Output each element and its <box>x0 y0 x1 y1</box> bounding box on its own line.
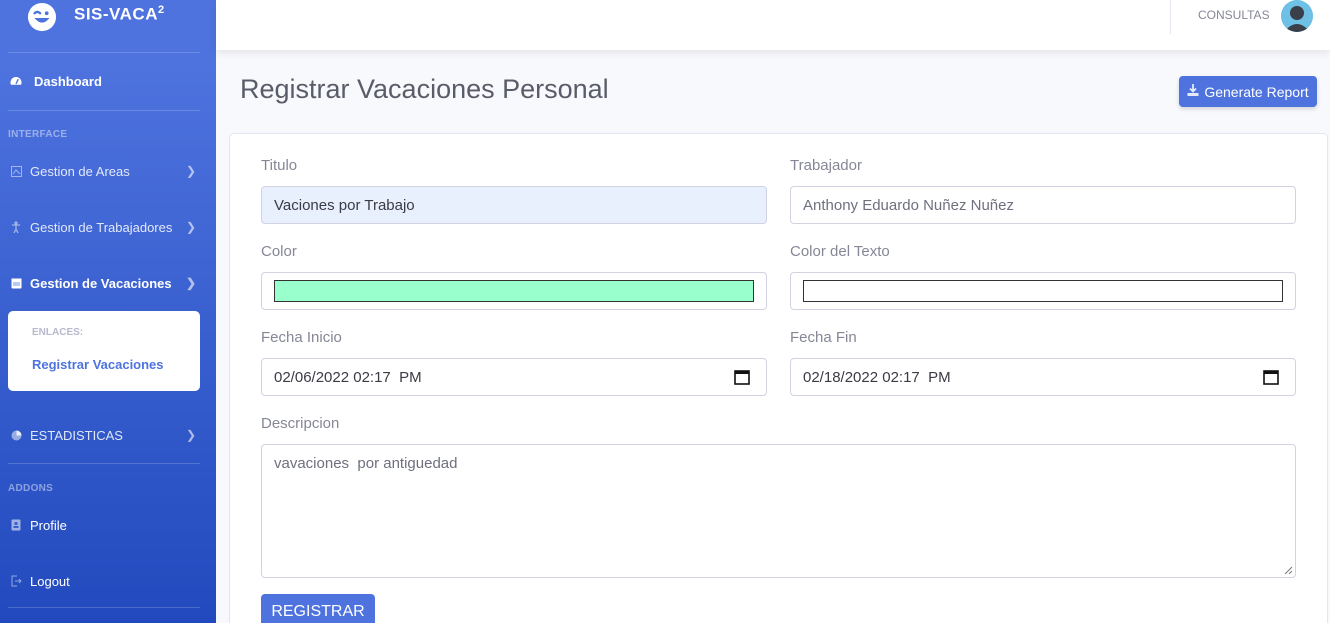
color-label: Color <box>261 243 297 260</box>
sidebar-heading-interface: INTERFACE <box>8 129 68 140</box>
fecha-fin-label: Fecha Fin <box>790 329 857 346</box>
topbar: CONSULTAS <box>216 0 1330 50</box>
chart-pie-icon <box>10 429 22 441</box>
avatar[interactable] <box>1281 0 1313 32</box>
sidebar-item-logout[interactable]: Logout <box>0 566 216 596</box>
sidebar-item-areas[interactable]: Gestion de Areas ❯ <box>0 156 216 186</box>
fecha-inicio-value: 02/06/2022 02:17 PM <box>274 368 422 386</box>
chevron-right-icon: ❯ <box>186 164 197 178</box>
chevron-right-icon: ❯ <box>186 428 197 442</box>
sidebar-item-profile[interactable]: Profile <box>0 510 216 540</box>
sidebar: SIS-VACA2 Dashboard INTERFACE Gestion de… <box>0 0 216 623</box>
titulo-value: Vaciones por Trabajo <box>274 196 415 214</box>
fecha-inicio-input[interactable]: 02/06/2022 02:17 PM <box>261 358 767 396</box>
submenu-item-registrar-vacaciones[interactable]: Registrar Vacaciones <box>32 357 164 372</box>
sidebar-item-dashboard[interactable]: Dashboard <box>0 66 216 96</box>
fecha-fin-input[interactable]: 02/18/2022 02:17 PM <box>790 358 1296 396</box>
registrar-button[interactable]: REGISTRAR <box>261 594 375 623</box>
id-card-icon <box>10 519 22 531</box>
sidebar-item-vacaciones[interactable]: Gestion de Vacaciones ❯ <box>0 268 216 298</box>
descripcion-textarea[interactable]: vavaciones por antiguedad <box>261 444 1296 578</box>
generate-report-label: Generate Report <box>1204 83 1309 100</box>
sidebar-item-label: Profile <box>30 517 67 533</box>
sidebar-divider <box>8 463 200 464</box>
sidebar-item-label: Gestion de Vacaciones <box>30 275 172 291</box>
brand-name: SIS-VACA2 <box>74 4 165 24</box>
map-icon <box>10 165 22 177</box>
calendar-icon[interactable] <box>1263 369 1279 385</box>
sidebar-item-label: Gestion de Areas <box>30 163 130 179</box>
submenu-header: ENLACES: <box>32 327 84 338</box>
user-name[interactable]: CONSULTAS <box>1198 8 1270 22</box>
laugh-wink-icon <box>27 2 57 32</box>
resize-handle-icon[interactable] <box>1284 566 1293 575</box>
sidebar-divider <box>8 607 200 608</box>
color-input[interactable] <box>261 272 767 310</box>
color-swatch <box>274 280 754 302</box>
trabajador-value: Anthony Eduardo Nuñez Nuñez <box>803 196 1014 214</box>
color-texto-swatch <box>803 280 1283 302</box>
sidebar-heading-addons: ADDONS <box>8 483 54 494</box>
generate-report-button[interactable]: Generate Report <box>1179 76 1317 107</box>
sidebar-divider <box>8 52 200 53</box>
color-texto-label: Color del Texto <box>790 243 890 260</box>
person-icon <box>10 221 22 233</box>
brand-link[interactable]: SIS-VACA2 <box>0 0 216 38</box>
titulo-input[interactable]: Vaciones por Trabajo <box>261 186 767 224</box>
download-icon <box>1187 84 1199 99</box>
topbar-divider <box>1170 0 1171 34</box>
page-title: Registrar Vacaciones Personal <box>240 74 609 104</box>
chevron-right-icon: ❯ <box>186 220 197 234</box>
tachometer-icon <box>10 75 22 87</box>
titulo-label: Titulo <box>261 157 298 174</box>
sidebar-item-estadisticas[interactable]: ESTADISTICAS ❯ <box>0 420 216 450</box>
color-texto-input[interactable] <box>790 272 1296 310</box>
sidebar-item-label: Gestion de Trabajadores <box>30 219 173 235</box>
sign-out-icon <box>10 575 22 587</box>
sidebar-item-trabajadores[interactable]: Gestion de Trabajadores ❯ <box>0 212 216 242</box>
fecha-inicio-label: Fecha Inicio <box>261 329 342 346</box>
sidebar-item-label: Dashboard <box>34 73 102 89</box>
calendar-icon[interactable] <box>734 369 750 385</box>
descripcion-value: vavaciones por antiguedad <box>274 455 458 472</box>
sidebar-divider <box>8 110 200 111</box>
trabajador-label: Trabajador <box>790 157 862 174</box>
fecha-fin-value: 02/18/2022 02:17 PM <box>803 368 951 386</box>
calendar-icon <box>10 277 22 289</box>
sidebar-item-label: ESTADISTICAS <box>30 427 123 443</box>
submenu-vacaciones: ENLACES: Registrar Vacaciones <box>8 311 200 391</box>
trabajador-input[interactable]: Anthony Eduardo Nuñez Nuñez <box>790 186 1296 224</box>
sidebar-item-label: Logout <box>30 573 70 589</box>
descripcion-label: Descripcion <box>261 415 340 432</box>
chevron-right-icon: ❯ <box>186 276 197 290</box>
